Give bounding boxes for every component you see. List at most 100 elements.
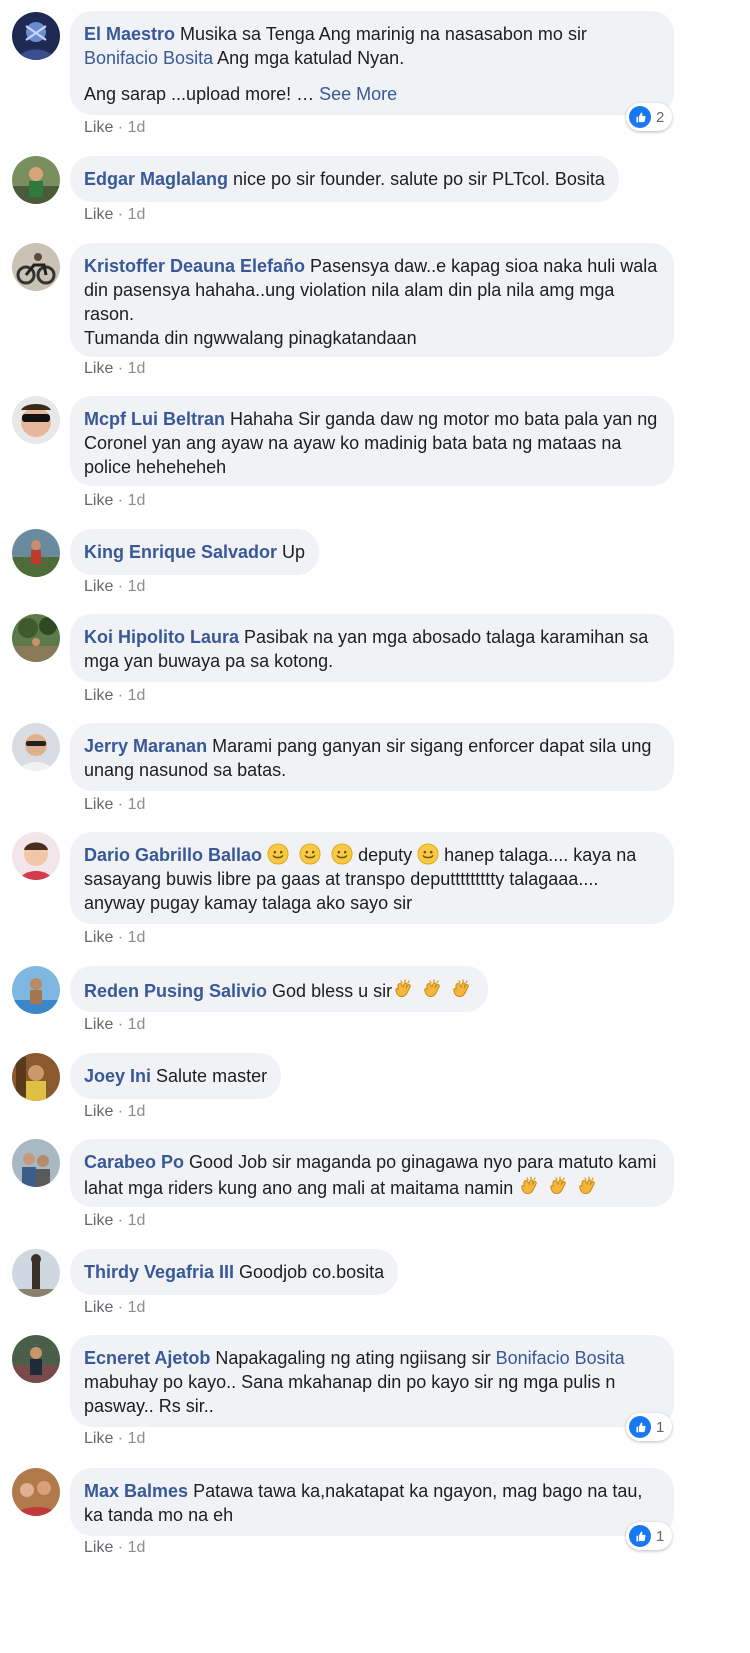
comment-meta: Like · 1d bbox=[84, 1102, 145, 1122]
comment-text: Ang sarap ...upload more! … bbox=[84, 84, 320, 104]
comment-author[interactable]: Carabeo Po bbox=[84, 1152, 184, 1172]
comment-author[interactable]: Kristoffer Deauna Elefaño bbox=[84, 256, 305, 276]
timestamp[interactable]: 1d bbox=[128, 360, 146, 377]
comment-meta: Like · 1d bbox=[84, 205, 145, 225]
timestamp[interactable]: 1d bbox=[128, 1539, 146, 1556]
timestamp[interactable]: 1d bbox=[128, 1430, 146, 1447]
like-button[interactable]: Like bbox=[84, 492, 113, 509]
separator: · bbox=[113, 360, 128, 377]
avatar[interactable] bbox=[12, 156, 60, 204]
separator: · bbox=[113, 1016, 128, 1033]
separator: · bbox=[113, 578, 128, 595]
comment-author[interactable]: Ecneret Ajetob bbox=[84, 1348, 210, 1368]
timestamp[interactable]: 1d bbox=[128, 1103, 146, 1120]
like-button[interactable]: Like bbox=[84, 206, 113, 223]
like-button[interactable]: Like bbox=[84, 1430, 113, 1447]
avatar[interactable] bbox=[12, 1139, 60, 1187]
comment-text: Napakagaling ng ating ngiisang sir bbox=[210, 1348, 496, 1368]
mention-link[interactable]: Bonifacio Bosita bbox=[84, 48, 213, 68]
comment-meta: Like · 1d bbox=[84, 118, 145, 138]
timestamp[interactable]: 1d bbox=[128, 206, 146, 223]
like-button[interactable]: Like bbox=[84, 360, 113, 377]
comment-bubble: Edgar Maglalang nice po sir founder. sal… bbox=[70, 156, 619, 202]
separator: · bbox=[113, 1430, 128, 1447]
comment-author[interactable]: Jerry Maranan bbox=[84, 736, 207, 756]
like-button[interactable]: Like bbox=[84, 1299, 113, 1316]
comment-meta: Like · 1d bbox=[84, 1211, 145, 1231]
comment-bubble: Reden Pusing Salivio God bless u sir bbox=[70, 966, 489, 1012]
avatar[interactable] bbox=[12, 1335, 60, 1383]
comment-bubble: Mcpf Lui Beltran Hahaha Sir ganda daw ng… bbox=[70, 396, 674, 486]
timestamp[interactable]: 1d bbox=[128, 796, 146, 813]
timestamp[interactable]: 1d bbox=[128, 1016, 146, 1033]
timestamp[interactable]: 1d bbox=[128, 687, 146, 704]
comment-bubble: Max Balmes Patawa tawa ka,nakatapat ka n… bbox=[70, 1468, 674, 1536]
comment-bubble: King Enrique Salvador Up bbox=[70, 529, 320, 575]
timestamp[interactable]: 1d bbox=[128, 929, 146, 946]
comment-meta: Like · 1d bbox=[84, 1429, 145, 1449]
comment-meta: Like · 1d bbox=[84, 686, 145, 706]
comment-author[interactable]: Edgar Maglalang bbox=[84, 169, 228, 189]
comment-text: God bless u sir bbox=[267, 981, 393, 1001]
avatar[interactable] bbox=[12, 529, 60, 577]
timestamp[interactable]: 1d bbox=[128, 1212, 146, 1229]
like-button[interactable]: Like bbox=[84, 119, 113, 136]
reaction-count[interactable]: 2 bbox=[626, 103, 673, 131]
like-button[interactable]: Like bbox=[84, 796, 113, 813]
smile-emoji-icon bbox=[331, 843, 353, 865]
avatar[interactable] bbox=[12, 723, 60, 771]
clapping-emoji-icon bbox=[421, 977, 445, 1001]
comment-bubble: Ecneret Ajetob Napakagaling ng ating ngi… bbox=[70, 1335, 674, 1427]
comment-bubble: Kristoffer Deauna Elefaño Pasensya daw..… bbox=[70, 243, 674, 357]
like-button[interactable]: Like bbox=[84, 687, 113, 704]
comment-meta: Like · 1d bbox=[84, 928, 145, 948]
comment-author[interactable]: Koi Hipolito Laura bbox=[84, 627, 239, 647]
avatar[interactable] bbox=[12, 1249, 60, 1297]
like-button[interactable]: Like bbox=[84, 1016, 113, 1033]
timestamp[interactable]: 1d bbox=[128, 119, 146, 136]
clapping-emoji-icon bbox=[547, 1174, 571, 1198]
avatar[interactable] bbox=[12, 1053, 60, 1101]
comment-author[interactable]: Max Balmes bbox=[84, 1481, 188, 1501]
comment-bubble: Carabeo Po Good Job sir maganda po ginag… bbox=[70, 1139, 674, 1207]
comment-bubble: Joey Ini Salute master bbox=[70, 1053, 282, 1099]
avatar[interactable] bbox=[12, 396, 60, 444]
timestamp[interactable]: 1d bbox=[128, 578, 146, 595]
clapping-emoji-icon bbox=[392, 977, 416, 1001]
avatar[interactable] bbox=[12, 832, 60, 880]
timestamp[interactable]: 1d bbox=[128, 492, 146, 509]
comment-author[interactable]: El Maestro bbox=[84, 24, 175, 44]
comment-author[interactable]: Mcpf Lui Beltran bbox=[84, 409, 225, 429]
mention-link[interactable]: Bonifacio Bosita bbox=[496, 1348, 625, 1368]
like-button[interactable]: Like bbox=[84, 1539, 113, 1556]
see-more-link[interactable]: See More bbox=[319, 84, 397, 104]
comment-text: deputy bbox=[353, 845, 418, 865]
reaction-count[interactable]: 1 bbox=[626, 1413, 673, 1441]
reaction-number: 2 bbox=[656, 108, 665, 126]
comment-meta: Like · 1d bbox=[84, 1298, 145, 1318]
like-button[interactable]: Like bbox=[84, 929, 113, 946]
comment-author[interactable]: Joey Ini bbox=[84, 1066, 151, 1086]
timestamp[interactable]: 1d bbox=[128, 1299, 146, 1316]
separator: · bbox=[113, 929, 128, 946]
avatar[interactable] bbox=[12, 12, 60, 60]
comment-text: Up bbox=[277, 542, 306, 562]
comment-text: mabuhay po kayo.. Sana mkahanap din po k… bbox=[84, 1372, 616, 1416]
smile-emoji-icon bbox=[267, 843, 289, 865]
avatar[interactable] bbox=[12, 1468, 60, 1516]
reaction-count[interactable]: 1 bbox=[626, 1522, 673, 1550]
like-button[interactable]: Like bbox=[84, 1212, 113, 1229]
avatar[interactable] bbox=[12, 614, 60, 662]
comment-author[interactable]: King Enrique Salvador bbox=[84, 542, 277, 562]
comment-author[interactable]: Dario Gabrillo Ballao bbox=[84, 845, 262, 865]
like-button[interactable]: Like bbox=[84, 578, 113, 595]
like-button[interactable]: Like bbox=[84, 1103, 113, 1120]
like-reaction-icon bbox=[629, 106, 651, 128]
avatar[interactable] bbox=[12, 966, 60, 1014]
comment-author[interactable]: Thirdy Vegafria III bbox=[84, 1262, 234, 1282]
separator: · bbox=[113, 1103, 128, 1120]
comment-author[interactable]: Reden Pusing Salivio bbox=[84, 981, 267, 1001]
comment-bubble: Thirdy Vegafria III Goodjob co.bosita bbox=[70, 1249, 399, 1295]
avatar[interactable] bbox=[12, 243, 60, 291]
separator: · bbox=[113, 796, 128, 813]
